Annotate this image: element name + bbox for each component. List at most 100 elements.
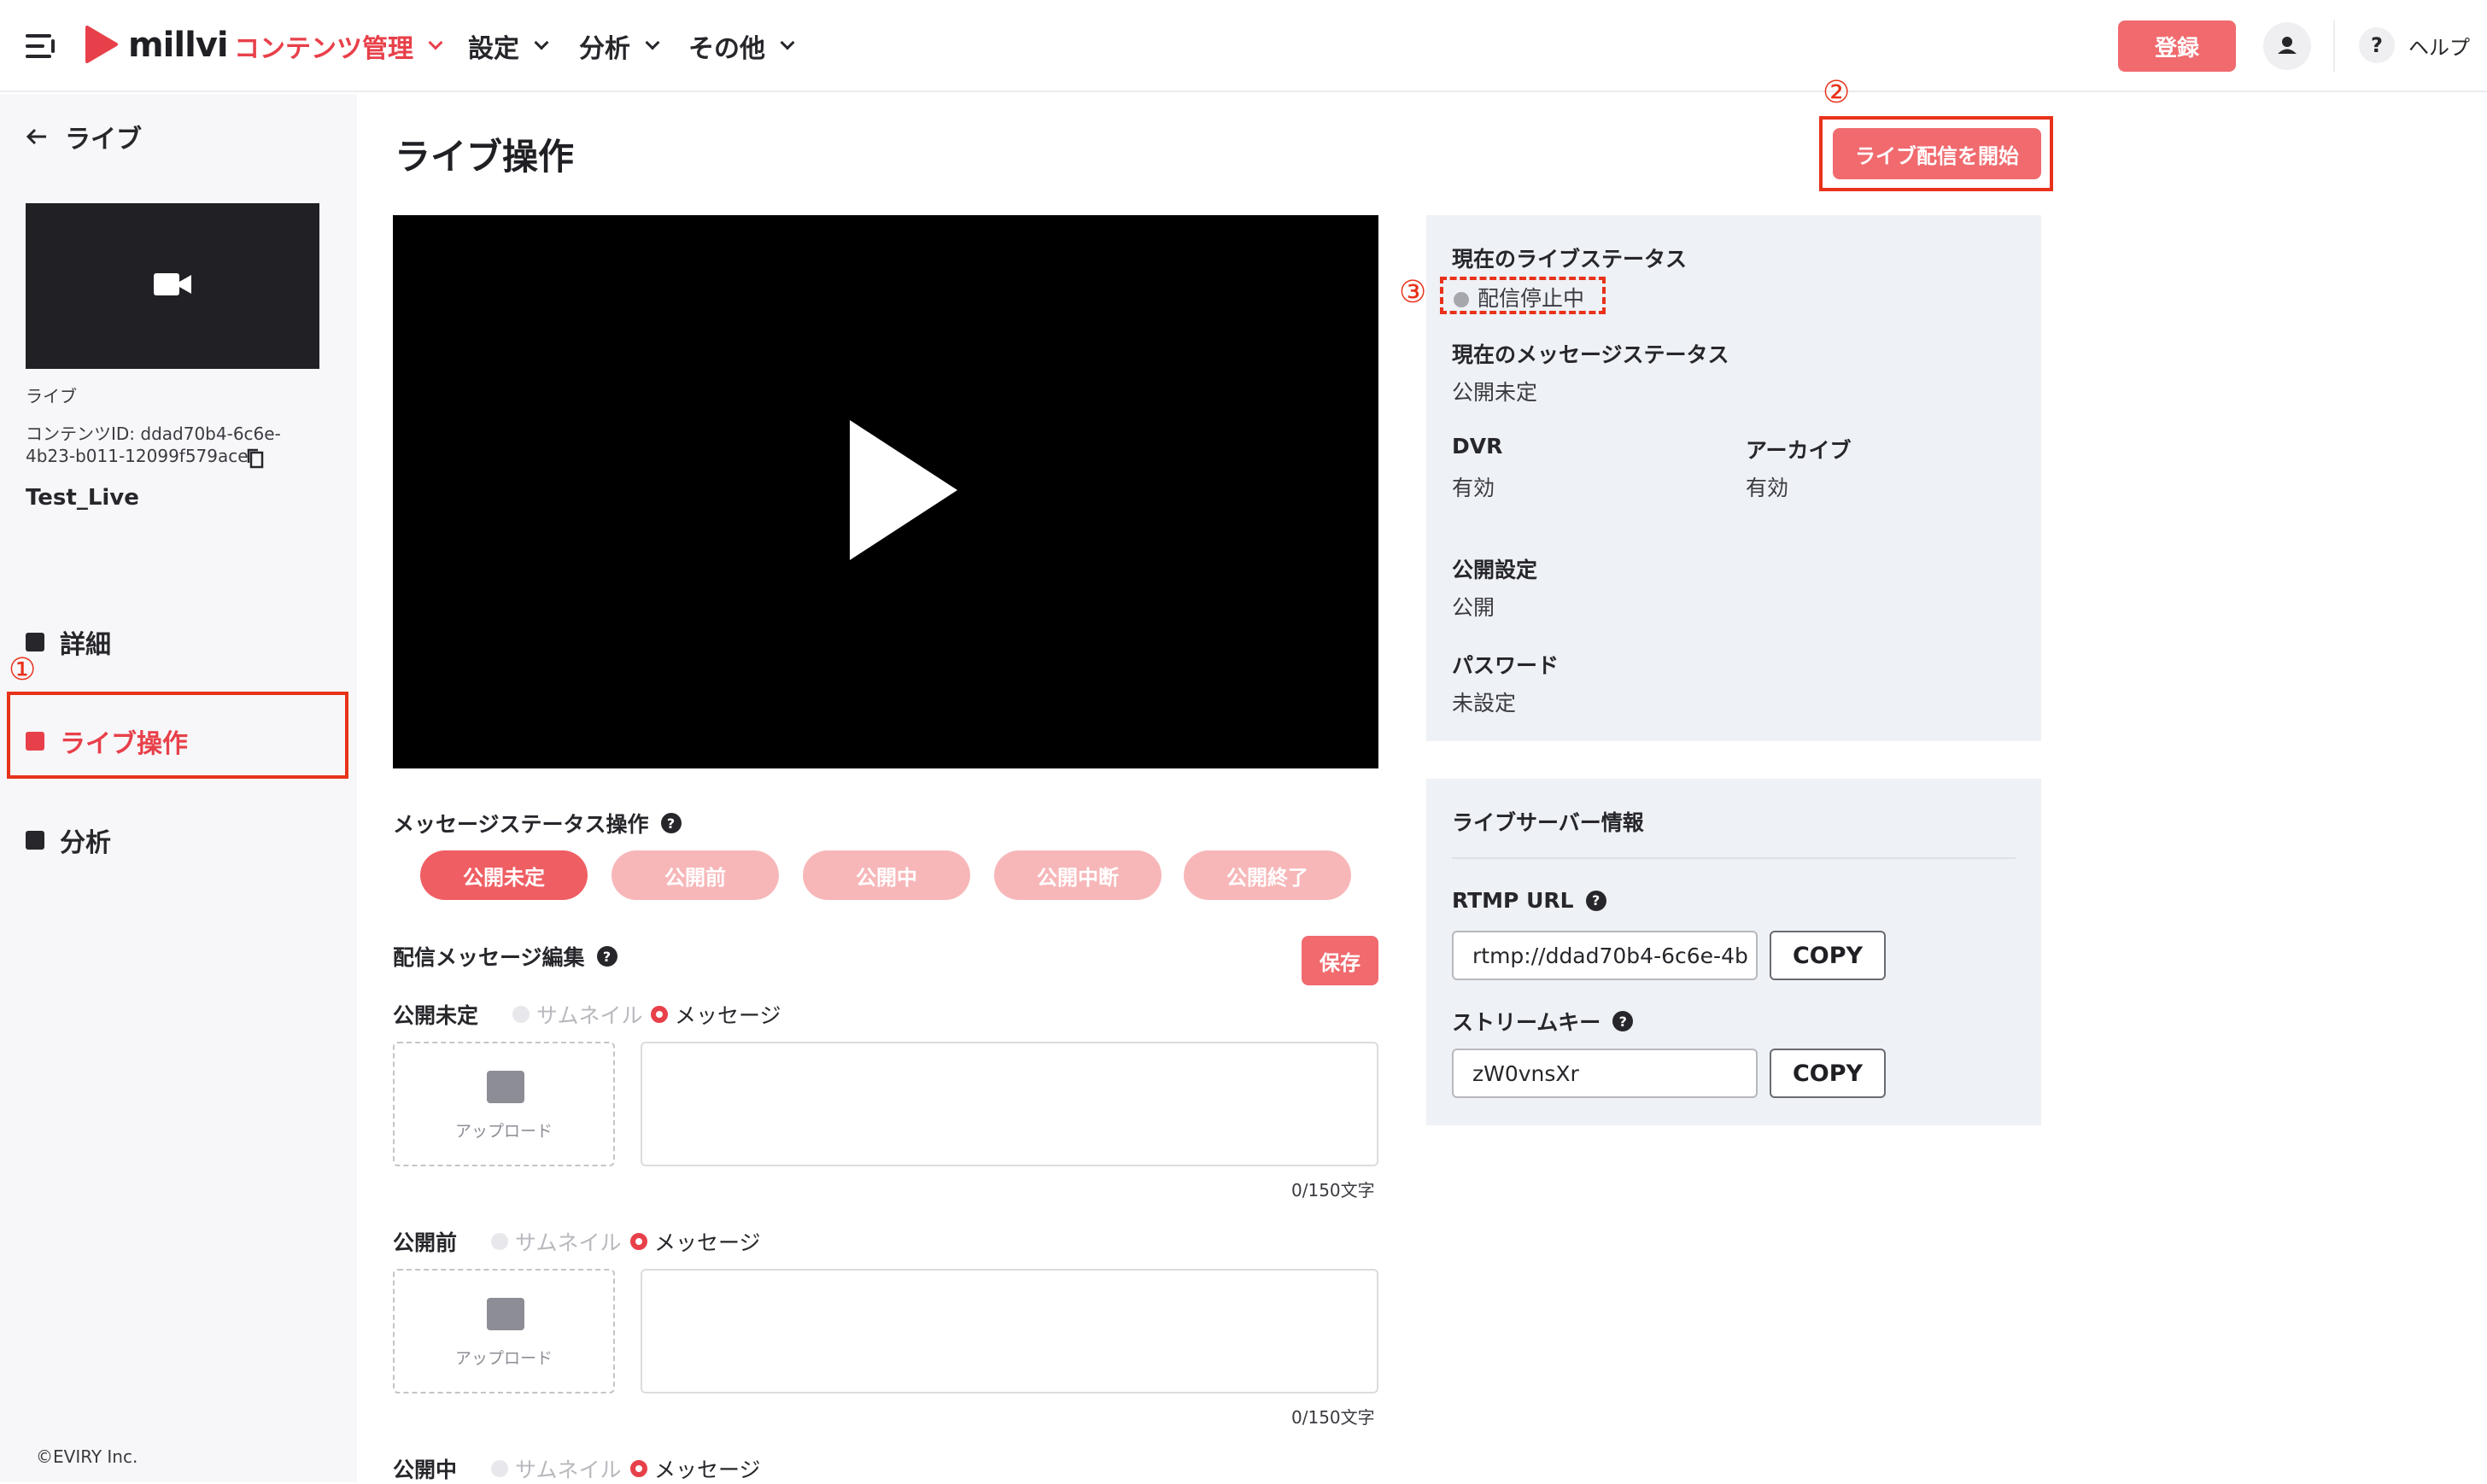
chart-icon — [26, 831, 44, 850]
question-icon[interactable]: ? — [1585, 890, 1606, 911]
content-type: ライブ — [26, 386, 77, 406]
nav-label: コンテンツ管理 — [234, 34, 413, 64]
content-thumbnail — [26, 203, 319, 369]
nav-analytics[interactable]: 分析 — [579, 27, 660, 65]
radio-dot — [651, 1006, 668, 1023]
block-label: 公開未定 — [393, 1003, 479, 1028]
nav-content-management[interactable]: コンテンツ管理 — [234, 27, 443, 65]
rtmp-heading: RTMP URL ? — [1452, 888, 1606, 913]
status-button-undecided[interactable]: 公開未定 — [420, 850, 588, 900]
radio-thumbnail[interactable]: サムネイル — [491, 1453, 622, 1484]
password-value: 未設定 — [1452, 691, 1517, 716]
message-textarea[interactable] — [641, 1042, 1378, 1166]
char-counter: 0/150文字 — [1291, 1407, 1375, 1428]
dvr-label: DVR — [1452, 434, 1503, 459]
radio-message[interactable]: メッセージ — [651, 999, 781, 1030]
chevron-down-icon — [534, 35, 549, 50]
video-player[interactable] — [393, 215, 1378, 768]
sidebar-item-label: 分析 — [60, 828, 111, 858]
message-textarea[interactable] — [641, 1269, 1378, 1393]
sidebar-item-analytics[interactable]: 分析 — [26, 821, 111, 859]
visibility-label: 公開設定 — [1452, 558, 1538, 582]
radio-label: サムネイル — [515, 1230, 622, 1255]
section-label: 配信メッセージ編集 — [393, 945, 585, 970]
divider — [2333, 20, 2335, 72]
question-icon[interactable]: ? — [1612, 1011, 1634, 1031]
back-link[interactable]: ライブ — [26, 118, 142, 155]
sidebar-item-details[interactable]: 詳細 — [26, 623, 111, 661]
archive-value: 有効 — [1746, 476, 1789, 500]
radio-dot — [630, 1460, 647, 1477]
help-icon[interactable]: ? — [2359, 27, 2395, 63]
nav-settings[interactable]: 設定 — [468, 27, 549, 65]
upload-dropzone[interactable]: アップロード — [393, 1042, 615, 1166]
message-block-header: 公開未定 サムネイル — [393, 999, 643, 1030]
live-status-label: 現在のライブステータス — [1452, 247, 1688, 272]
message-edit-heading: 配信メッセージ編集 ? — [393, 941, 617, 972]
status-button-paused[interactable]: 公開中断 — [994, 850, 1162, 900]
millvi-logo-icon[interactable] — [84, 26, 118, 63]
radio-thumbnail[interactable]: サムネイル — [512, 999, 643, 1030]
stream-key-field[interactable]: zW0vnsXr — [1452, 1049, 1758, 1098]
nav-label: その他 — [688, 34, 765, 64]
video-camera-icon — [154, 273, 191, 295]
register-button[interactable]: 登録 — [2118, 20, 2236, 72]
message-status-value: 公開未定 — [1452, 380, 1538, 405]
logo-text[interactable]: millvi — [128, 26, 229, 65]
page-title: ライブ操作 — [395, 136, 575, 178]
content-id-cont: 4b23-b011-12099f579ace — [26, 446, 249, 466]
user-avatar[interactable] — [2263, 22, 2311, 70]
radio-label: メッセージ — [675, 1003, 781, 1028]
radio-message[interactable]: メッセージ — [630, 1453, 761, 1484]
save-button[interactable]: 保存 — [1302, 936, 1378, 985]
archive-label: アーカイブ — [1746, 438, 1852, 463]
back-label: ライブ — [65, 125, 142, 155]
chevron-down-icon — [428, 35, 443, 50]
stream-key-heading: ストリームキー ? — [1452, 1006, 1634, 1037]
message-block-header: 公開前 サムネイル — [393, 1226, 622, 1257]
copy-icon[interactable] — [246, 447, 265, 470]
copy-stream-key-button[interactable]: COPY — [1770, 1049, 1886, 1098]
content-title: Test_Live — [26, 485, 139, 511]
help-link[interactable]: ヘルプ — [2408, 31, 2470, 61]
block-label: 公開前 — [393, 1230, 458, 1255]
chevron-down-icon — [645, 35, 660, 50]
status-button-ended[interactable]: 公開終了 — [1184, 850, 1351, 900]
status-dot-icon — [1454, 292, 1469, 307]
radio-label: サムネイル — [515, 1458, 622, 1482]
nav-label: 設定 — [468, 34, 519, 64]
question-icon[interactable]: ? — [660, 813, 682, 833]
rtmp-label: RTMP URL — [1452, 888, 1574, 913]
block-label: 公開中 — [393, 1458, 458, 1482]
user-icon — [2278, 37, 2297, 54]
status-button-live[interactable]: 公開中 — [803, 850, 970, 900]
status-button-before[interactable]: 公開前 — [612, 850, 779, 900]
chevron-down-icon — [780, 35, 795, 50]
question-icon[interactable]: ? — [596, 946, 617, 967]
radio-thumbnail[interactable]: サムネイル — [491, 1226, 622, 1257]
radio-message[interactable]: メッセージ — [630, 1226, 761, 1257]
message-block-header: 公開中 サムネイル — [393, 1453, 622, 1484]
radio-dot — [491, 1233, 509, 1250]
upload-label: アップロード — [454, 1349, 553, 1368]
start-live-button[interactable]: ライブ配信を開始 — [1833, 128, 2041, 179]
arrow-left-icon — [26, 128, 46, 145]
radio-dot — [491, 1460, 509, 1477]
upload-label: アップロード — [454, 1122, 553, 1141]
char-counter: 0/150文字 — [1291, 1180, 1375, 1201]
menu-toggle-icon[interactable] — [26, 31, 60, 61]
annotation-box-1 — [7, 692, 348, 779]
upload-dropzone[interactable]: アップロード — [393, 1269, 615, 1393]
annotation-2: ② — [1823, 75, 1851, 110]
rtmp-url-field[interactable]: rtmp://ddad70b4-6c6e-4b — [1452, 931, 1758, 980]
stream-key-label: ストリームキー — [1452, 1010, 1601, 1035]
status-text: 配信停止中 — [1478, 286, 1585, 311]
play-icon[interactable] — [850, 420, 957, 560]
nav-other[interactable]: その他 — [688, 27, 795, 65]
dvr-value: 有効 — [1452, 476, 1495, 500]
annotation-3: ③ — [1399, 275, 1427, 310]
message-status-label: 現在のメッセージステータス — [1452, 342, 1729, 367]
copy-rtmp-button[interactable]: COPY — [1770, 931, 1886, 980]
password-label: パスワード — [1452, 653, 1559, 678]
annotation-1: ① — [9, 652, 37, 687]
